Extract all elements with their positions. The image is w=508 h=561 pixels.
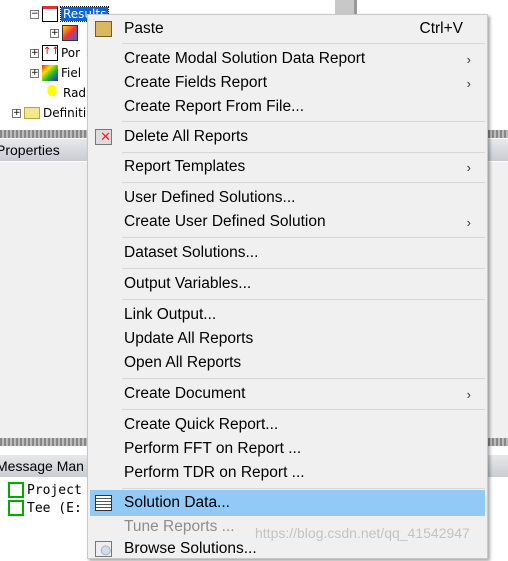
separator [122, 378, 485, 379]
separator [122, 152, 485, 153]
submenu-arrow-icon: › [466, 386, 471, 402]
separator [122, 121, 485, 122]
menu-item-create-fields-report[interactable]: Create Fields Report › [90, 71, 485, 95]
menu-item-report-templates[interactable]: Report Templates › [90, 155, 485, 179]
browse-solutions-icon [95, 541, 112, 557]
folder-icon [24, 107, 40, 119]
separator [122, 299, 485, 300]
submenu-arrow-icon: › [466, 214, 471, 230]
separator [122, 43, 485, 44]
submenu-arrow-icon: › [466, 75, 471, 91]
fields-icon [42, 65, 58, 81]
expand-icon[interactable]: + [30, 68, 39, 78]
expand-icon[interactable]: + [50, 28, 59, 38]
tree-scrollbar[interactable] [335, 0, 357, 14]
menu-item-update-all-reports[interactable]: Update All Reports [90, 327, 485, 351]
separator [122, 182, 485, 183]
menu-item-open-all-reports[interactable]: Open All Reports [90, 351, 485, 375]
project-icon [8, 482, 24, 498]
menu-item-user-defined-solutions[interactable]: User Defined Solutions... [90, 186, 485, 210]
menu-item-create-report-from-file[interactable]: Create Report From File... [90, 95, 485, 119]
menu-item-perform-tdr[interactable]: Perform TDR on Report ... [90, 461, 485, 485]
message-item[interactable]: Project [0, 481, 82, 499]
submenu-arrow-icon: › [466, 51, 471, 67]
tree-node-definitions[interactable]: + Definiti [12, 104, 86, 122]
context-menu: Paste Ctrl+V Create Modal Solution Data R… [87, 14, 488, 559]
ports-icon: ↑↑ [42, 45, 60, 61]
paste-icon [95, 21, 112, 37]
report-icon [62, 25, 78, 41]
separator [122, 409, 485, 410]
menu-item-create-quick-report[interactable]: Create Quick Report... [90, 413, 485, 437]
collapse-icon[interactable]: − [30, 9, 39, 19]
tree-node-fields[interactable]: + Fiel [30, 64, 81, 82]
message-item[interactable]: Tee (E: [0, 499, 82, 517]
submenu-arrow-icon: › [466, 159, 471, 175]
tree-node-report[interactable]: + [50, 24, 78, 42]
menu-item-delete-all-reports[interactable]: ✕ Delete All Reports [90, 125, 485, 149]
menu-item-perform-fft[interactable]: Perform FFT on Report ... [90, 437, 485, 461]
delete-reports-icon: ✕ [95, 129, 112, 145]
expand-icon[interactable]: + [12, 108, 21, 118]
menu-item-solution-data[interactable]: Solution Data... [90, 490, 485, 516]
solution-data-icon [95, 495, 112, 511]
menu-item-create-user-defined-solution[interactable]: Create User Defined Solution › [90, 210, 485, 234]
separator [122, 268, 485, 269]
separator [122, 237, 485, 238]
watermark: https://blog.csdn.net/qq_41542947 [255, 525, 470, 541]
results-icon [42, 6, 58, 22]
menu-item-dataset-solutions[interactable]: Dataset Solutions... [90, 241, 485, 265]
menu-item-output-variables[interactable]: Output Variables... [90, 272, 485, 296]
tree-node-radiation[interactable]: Rad [44, 84, 86, 102]
tree-node-ports[interactable]: + ↑↑ Por [30, 44, 80, 62]
separator [122, 488, 485, 489]
menu-item-create-document[interactable]: Create Document › [90, 382, 485, 406]
expand-icon[interactable]: + [30, 48, 39, 58]
menu-item-paste[interactable]: Paste Ctrl+V [90, 17, 485, 41]
menu-item-create-modal-solution-data-report[interactable]: Create Modal Solution Data Report › [90, 47, 485, 71]
project-icon [8, 500, 24, 516]
menu-item-link-output[interactable]: Link Output... [90, 303, 485, 327]
radiation-icon [44, 85, 60, 101]
